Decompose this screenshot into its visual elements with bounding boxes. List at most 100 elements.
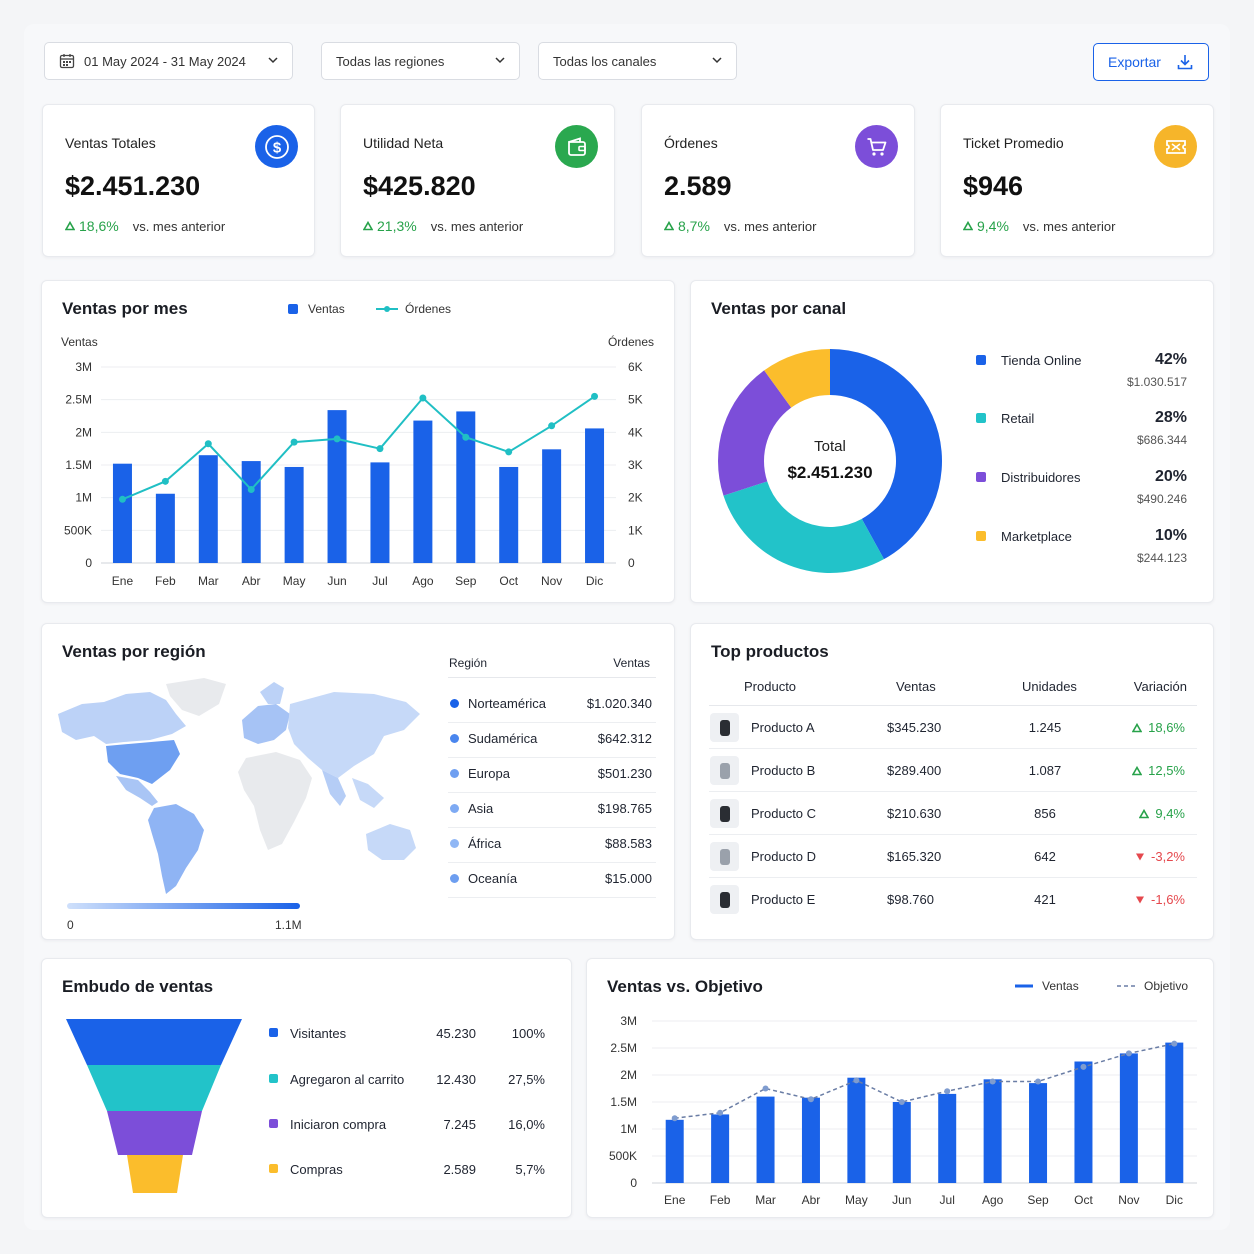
- product-icon: [719, 848, 730, 865]
- orders-point: [204, 440, 212, 448]
- target-point: [807, 1096, 814, 1103]
- x-tick-label: May: [283, 574, 306, 588]
- channel-amount: $244.123: [1136, 551, 1187, 565]
- channel-name: Tienda Online: [1001, 353, 1082, 368]
- top-products-card: Top productos Producto Ventas Unidades V…: [690, 623, 1214, 940]
- target-point: [1080, 1063, 1087, 1070]
- export-label: Exportar: [1108, 54, 1161, 70]
- channel-sales-card: Ventas por canal Total $2.451.230 Tienda…: [690, 280, 1214, 603]
- kpi-value: 2.589: [664, 171, 732, 201]
- bar: [801, 1097, 820, 1183]
- product-change-value: -1,6%: [1151, 892, 1185, 907]
- funnel-pct: 16,0%: [508, 1117, 545, 1132]
- legend-swatch: [976, 413, 986, 423]
- sales-funnel-card: Embudo de ventas Visitantes 45.230 100% …: [41, 958, 572, 1218]
- funnel-row: Compras 2.589 5,7%: [268, 1161, 548, 1181]
- x-tick-label: Mar: [755, 1193, 776, 1207]
- export-button[interactable]: Exportar: [1093, 43, 1209, 81]
- kpi-change: 18,6% vs. mes anterior: [65, 218, 225, 234]
- region-select[interactable]: Todas las regiones: [321, 42, 520, 80]
- kpi-value: $946: [963, 171, 1024, 201]
- funnel-stage-checkout: [107, 1111, 202, 1155]
- product-change: 12,5%: [1132, 763, 1185, 778]
- kpi-change: 8,7% vs. mes anterior: [664, 218, 816, 234]
- bar: [112, 463, 132, 563]
- region-name: Norteamérica: [468, 696, 547, 711]
- scale-min: 0: [67, 918, 74, 932]
- region-select-value: Todas las regiones: [336, 53, 445, 69]
- y-tick-label: 3M: [75, 360, 92, 374]
- kpi-card-net-profit: Utilidad Neta $425.820 21,3% vs. mes ant…: [340, 104, 615, 257]
- bar: [938, 1093, 957, 1183]
- x-tick-label: Ago: [982, 1193, 1004, 1207]
- product-thumbnail: [710, 885, 739, 914]
- bar: [585, 428, 605, 563]
- x-tick-label: Jul: [940, 1193, 955, 1207]
- channel-pct: 28%: [1154, 409, 1187, 426]
- product-name: Producto D: [751, 849, 817, 864]
- funnel-pct: 27,5%: [508, 1072, 545, 1087]
- channel-select[interactable]: Todas los canales: [538, 42, 737, 80]
- x-tick-label: Feb: [710, 1193, 731, 1207]
- region-name: Sudamérica: [468, 731, 538, 746]
- funnel-value: 45.230: [436, 1026, 476, 1041]
- bar: [1165, 1042, 1184, 1183]
- ticket-icon: [1154, 125, 1197, 168]
- orders-point: [376, 445, 384, 453]
- bar: [284, 466, 304, 563]
- card-title: Ventas por región: [62, 642, 206, 661]
- y-tick-label: 0: [85, 556, 92, 570]
- funnel-stage-visitors: [66, 1019, 242, 1065]
- bar: [1074, 1061, 1093, 1183]
- donut-slice: [723, 481, 884, 573]
- x-tick-label: Jun: [327, 574, 346, 588]
- legend-swatch: [976, 355, 986, 365]
- funnel-pct: 100%: [511, 1026, 545, 1041]
- orders-point: [548, 422, 556, 430]
- funnel-stage: Agregaron al carrito: [290, 1072, 405, 1087]
- y2-tick-label: 0: [628, 556, 635, 570]
- region-swatch: [450, 804, 459, 813]
- kpi-change-value: 18,6%: [79, 218, 119, 234]
- product-change: 9,4%: [1139, 806, 1185, 821]
- table-row: Producto A $345.230 1.245 18,6%: [709, 706, 1197, 749]
- x-tick-label: Nov: [541, 574, 562, 588]
- kpi-change-caption: vs. mes anterior: [430, 218, 524, 234]
- kpi-change-value: 9,4%: [977, 218, 1009, 234]
- orders-point: [333, 435, 341, 443]
- channel-select-value: Todas los canales: [553, 53, 657, 69]
- scale-max: 1.1M: [275, 918, 302, 932]
- x-tick-label: Ago: [412, 574, 434, 588]
- target-point: [762, 1085, 769, 1092]
- product-name: Producto A: [751, 720, 815, 735]
- triangle-up-icon: [664, 221, 674, 231]
- target-point: [717, 1109, 724, 1116]
- wallet-icon: [555, 125, 598, 168]
- product-change-value: 12,5%: [1148, 763, 1185, 778]
- channel-pct: 10%: [1154, 527, 1187, 544]
- target-point: [1171, 1040, 1178, 1047]
- column-header: Unidades: [1022, 679, 1077, 694]
- x-tick-label: Dic: [1166, 1193, 1183, 1207]
- product-name: Producto C: [751, 806, 817, 821]
- kpi-change-caption: vs. mes anterior: [1022, 218, 1116, 234]
- monthly-sales-chart: 0 0 500K 1K 1M 2K 1.5M 3K 2M 4K 2.5M 5K 3M 6K Ene Feb Ma…: [64, 360, 643, 588]
- region-value: $88.583: [605, 836, 652, 851]
- product-name: Producto E: [751, 892, 816, 907]
- triangle-down-icon: [1136, 896, 1145, 903]
- product-icon: [719, 891, 730, 908]
- y-tick-label: 0: [630, 1176, 637, 1190]
- triangle-down-icon: [1136, 853, 1145, 860]
- funnel-stage: Iniciaron compra: [290, 1117, 387, 1132]
- triangle-up-icon: [363, 221, 373, 231]
- bar: [155, 493, 175, 563]
- calendar-icon: [59, 54, 75, 69]
- date-range-picker[interactable]: 01 May 2024 - 31 May 2024: [44, 42, 293, 80]
- y-tick-label: 1M: [620, 1122, 637, 1136]
- region-swatch: [450, 874, 459, 883]
- table-row: Sudamérica $642.312: [448, 723, 656, 758]
- product-sales: $98.760: [887, 892, 934, 907]
- table-row: Producto C $210.630 856 9,4%: [709, 792, 1197, 835]
- x-tick-label: Oct: [499, 574, 518, 588]
- product-change: -1,6%: [1135, 892, 1185, 907]
